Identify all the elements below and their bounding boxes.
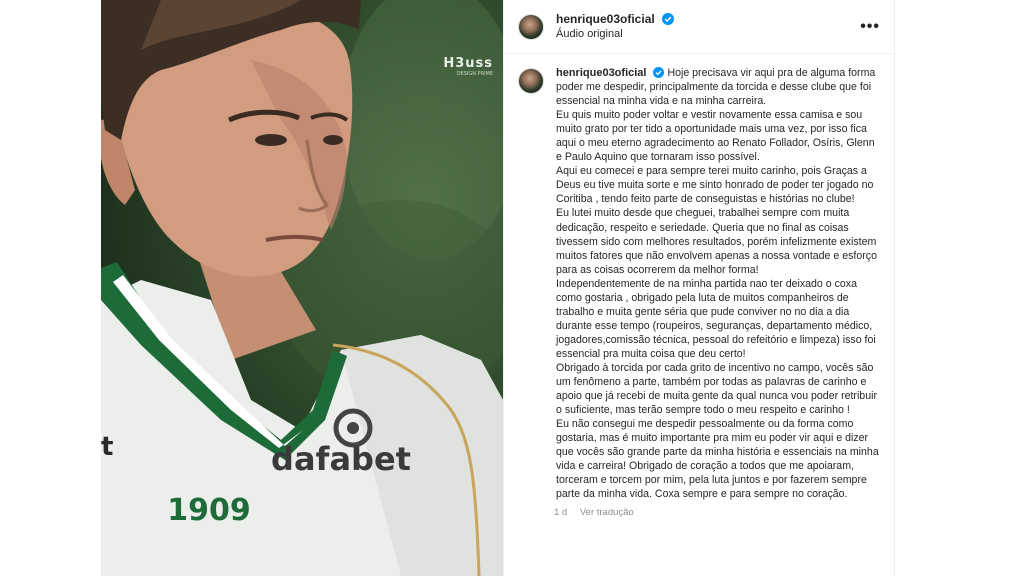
- caption-avatar[interactable]: [518, 68, 544, 94]
- more-options-icon[interactable]: •••: [860, 18, 880, 36]
- post-side-panel: henrique03oficial Áudio original ••• hen…: [503, 0, 895, 576]
- caption-paragraph: Eu lutei muito desde que cheguei, trabal…: [556, 207, 877, 276]
- post-image[interactable]: dafabet 1909 t H3uss DESIGN PRIME: [101, 0, 503, 576]
- watermark-subtext: DESIGN PRIME: [456, 71, 493, 77]
- watermark: H3uss DESIGN PRIME: [443, 56, 493, 77]
- caption-text: henrique03oficial Hoje precisava vir aqu…: [556, 66, 880, 501]
- shirt-number-text: 1909: [167, 493, 251, 528]
- post-header: henrique03oficial Áudio original •••: [504, 0, 894, 54]
- caption-username[interactable]: henrique03oficial: [556, 67, 646, 79]
- caption-paragraph: Obrigado à torcida por cada grito de inc…: [556, 361, 877, 417]
- shirt-letter-text: t: [101, 432, 113, 462]
- verified-badge-icon: [653, 67, 665, 78]
- caption-paragraph: Eu não consegui me despedir pessoalmente…: [556, 418, 879, 501]
- caption-paragraph: Independentemente de na minha partida na…: [556, 277, 876, 360]
- translate-link[interactable]: Ver tradução: [580, 507, 634, 518]
- caption-paragraph: Aqui eu comecei e para sempre terei muit…: [556, 165, 874, 206]
- post-time[interactable]: 1 d: [554, 507, 567, 518]
- caption-meta: 1 d Ver tradução: [554, 507, 894, 518]
- header-username[interactable]: henrique03oficial: [556, 12, 655, 26]
- shirt-sponsor-text: dafabet: [271, 440, 411, 478]
- caption: henrique03oficial Hoje precisava vir aqu…: [504, 54, 894, 501]
- watermark-text: H3uss: [443, 56, 493, 71]
- caption-paragraph: henrique03oficial Hoje precisava vir aqu…: [556, 66, 880, 108]
- caption-paragraph: Eu quis muito poder voltar e vestir nova…: [556, 109, 875, 164]
- player-photo: dafabet 1909 t: [101, 0, 503, 576]
- avatar[interactable]: [518, 13, 544, 40]
- verified-badge-icon: [662, 13, 675, 25]
- header-info: henrique03oficial Áudio original: [556, 11, 675, 42]
- audio-label[interactable]: Áudio original: [556, 27, 674, 42]
